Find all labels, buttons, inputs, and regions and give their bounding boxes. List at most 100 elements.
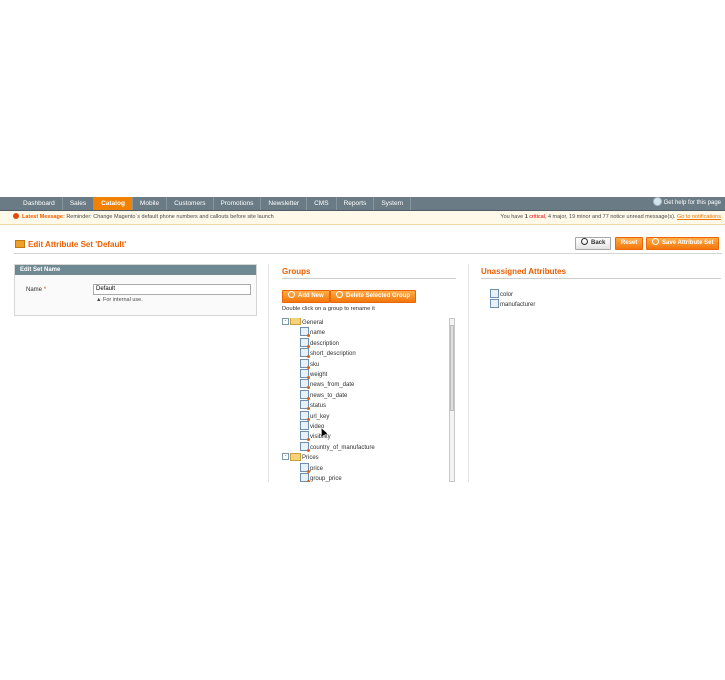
attribute-icon [300,441,310,452]
back-label: Back [591,240,606,246]
column-divider-right [468,264,469,482]
tree-node-label: weight [310,372,328,379]
name-note: ▲ For internal use. [96,297,143,303]
attribute-icon [490,299,499,308]
name-label: Name * [26,287,46,293]
message-bar: Latest Message: Reminder: Change Magento… [0,211,725,225]
save-icon [652,237,659,245]
error-icon [13,212,19,219]
attribute-icon [300,379,310,390]
critical-link[interactable]: critical [529,214,545,220]
summary-prefix: You have [500,214,524,220]
latest-message-label: Latest Message: [22,214,65,220]
nav-item-sales[interactable]: Sales [63,197,95,210]
critical-count: 1 [524,214,528,220]
unassigned-title: Unassigned Attributes [481,267,567,276]
tree-node-label: General [302,320,324,326]
attribute-icon [300,348,310,359]
required-mark: * [43,287,47,293]
collapse-toggle-icon[interactable]: - [282,318,289,325]
name-input[interactable] [93,284,251,295]
collapse-toggle-icon[interactable]: - [282,453,289,461]
attribute-icon [300,462,310,473]
unassigned-list: color manufacturer [490,289,536,310]
page-title-text: Edit Attribute Set 'Default' [28,240,127,249]
attribute-icon [300,431,310,442]
tree-node-label: visibility [310,434,331,441]
tree-node-label: Prices [302,455,319,462]
nav-item-dashboard[interactable]: Dashboard [16,197,63,210]
attribute-icon [300,327,310,338]
folder-icon [290,452,301,461]
add-new-group-button[interactable]: Add New [282,290,330,303]
latest-message-text: Reminder: Change Magento`s default phone… [66,214,274,220]
tree-node-label: short_description [310,351,356,358]
delete-group-button[interactable]: Delete Selected Group [330,290,417,303]
nav-item-catalog[interactable]: Catalog [94,197,133,210]
reset-label: Reset [621,240,638,246]
unassigned-attribute-manufacturer[interactable]: manufacturer [490,299,536,310]
tree-node-label: sku [310,361,320,368]
reset-button[interactable]: Reset [615,237,644,250]
attribute-icon [300,369,310,379]
attribute-icon [300,337,310,348]
tree-node-label: news_to_date [310,392,348,399]
latest-message: Latest Message: Reminder: Change Magento… [13,211,274,224]
help-label: Get help for this page [663,200,721,206]
unassigned-attribute-label: color [500,292,514,299]
delete-icon [336,290,343,298]
nav-item-promotions[interactable]: Promotions [214,197,262,210]
notifications-link[interactable]: Go to notifications [677,214,721,220]
attribute-icon [300,389,310,400]
tree-scroll-thumb[interactable] [450,325,454,411]
tree-node-label: news_from_date [310,382,355,389]
delete-label: Delete Selected Group [346,293,411,299]
nav-item-mobile[interactable]: Mobile [133,197,168,210]
tree-node-label: group_price [310,476,342,482]
groups-tree: - General name description short_description… [282,318,450,482]
attribute-icon [300,358,310,369]
name-label-text: Name [26,287,43,293]
add-new-label: Add New [298,293,324,299]
groups-title: Groups [282,267,311,276]
column-divider-left [268,264,269,482]
tree-node-label: url_key [310,413,330,420]
name-note-text: For internal use. [102,297,143,303]
help-link[interactable]: Get help for this page [652,196,721,210]
main-navigation: Dashboard Sales Catalog Mobile Customers Prom… [0,196,725,211]
tree-attribute-group_price[interactable]: group_price [300,473,342,482]
attribute-icon [300,400,310,411]
attribute-icon [300,473,310,482]
title-divider [14,253,722,254]
attribute-icon [300,410,310,421]
nav-item-reports[interactable]: Reports [337,197,375,210]
folder-icon [290,318,301,326]
tree-scrollbar[interactable] [449,318,455,482]
nav-menu: Dashboard Sales Catalog Mobile Customers Prom… [0,197,725,210]
nav-item-cms[interactable]: CMS [307,197,337,210]
tree-node-label: price [310,465,324,472]
tree-node-label: name [310,330,326,337]
summary-rest: , 4 major, 19 minor and 77 notice unread… [544,214,676,220]
save-attribute-set-button[interactable]: Save Attribute Set [646,237,720,250]
back-button[interactable]: Back [575,237,612,250]
help-icon [652,196,662,206]
nav-item-newsletter[interactable]: Newsletter [261,197,308,210]
attribute-set-icon [15,239,25,248]
groups-hint: Double click on a group to rename it [282,306,375,312]
nav-item-system[interactable]: System [374,197,411,210]
tree-attribute-country_of_manufacture[interactable]: country_of_manufacture [300,441,375,453]
edit-set-name-heading: Edit Set Name [15,265,256,275]
nav-item-customers[interactable]: Customers [167,197,214,210]
page-title: Edit Attribute Set 'Default' [15,239,127,249]
message-summary: You have 1 critical, 4 major, 19 minor a… [500,211,721,224]
unassigned-attribute-label: manufacturer [500,302,536,309]
groups-rule [282,278,456,279]
unassigned-rule [481,278,721,279]
tree-node-label: description [310,340,340,347]
save-label: Save Attribute Set [662,240,714,246]
tree-node-label: status [310,403,327,410]
tree-node-label: country_of_manufacture [310,444,375,451]
back-icon [581,237,588,245]
attribute-icon [490,289,499,298]
